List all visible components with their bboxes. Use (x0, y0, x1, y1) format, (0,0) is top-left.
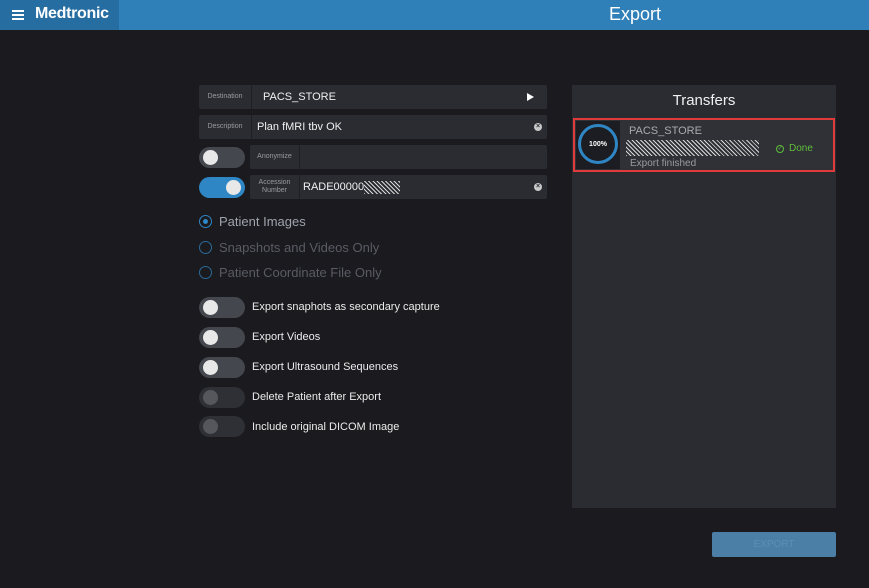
clear-icon[interactable]: × (534, 183, 542, 191)
include-dicom-toggle[interactable] (199, 416, 245, 437)
transfer-item[interactable]: 100% PACS_STORE Export finished ✓ Done (573, 118, 835, 172)
medtronic-logo: Medtronic (35, 5, 109, 22)
accession-input[interactable]: RADE00000 (303, 175, 401, 199)
delete-patient-toggle[interactable] (199, 387, 245, 408)
radio-snapshots-videos[interactable] (199, 241, 212, 254)
check-circle-icon: ✓ (776, 144, 784, 153)
description-label: Description (199, 115, 252, 139)
anonymize-field: Anonymize (250, 145, 547, 169)
export-snapshots-toggle[interactable] (199, 297, 245, 318)
export-videos-label: Export Videos (252, 331, 321, 343)
destination-field[interactable]: Destination PACS_STORE (199, 85, 547, 109)
progress-ring-icon: 100% (578, 124, 618, 164)
transfer-destination: PACS_STORE (629, 125, 702, 137)
accession-field[interactable]: Accession Number RADE00000 × (250, 175, 547, 199)
export-snapshots-label: Export snaphots as secondary capture (252, 301, 440, 313)
radio-patient-images[interactable] (199, 215, 212, 228)
destination-label: Destination (199, 85, 252, 109)
redacted-block (626, 140, 759, 156)
radio-label-snapshots-videos[interactable]: Snapshots and Videos Only (219, 240, 379, 255)
transfer-status: Export finished (630, 158, 697, 169)
clear-icon[interactable]: × (534, 123, 542, 131)
delete-patient-label: Delete Patient after Export (252, 391, 382, 403)
transfer-result: ✓ Done (776, 143, 813, 154)
top-bar: Medtronic Export (0, 0, 869, 30)
include-dicom-label: Include original DICOM Image (252, 421, 400, 433)
transfer-result-label: Done (789, 143, 813, 154)
transfers-panel: Transfers 100% PACS_STORE Export finishe… (572, 85, 836, 508)
accession-value: RADE00000 (303, 181, 365, 193)
anonymize-toggle[interactable] (199, 147, 245, 168)
radio-label-patient-coordinate[interactable]: Patient Coordinate File Only (219, 265, 382, 280)
export-button[interactable]: EXPORT (712, 532, 836, 557)
hamburger-menu-icon[interactable] (12, 10, 24, 20)
destination-value: PACS_STORE (263, 91, 336, 103)
page-title: Export (608, 4, 662, 24)
description-input[interactable]: Plan fMRI tbv OK (257, 115, 342, 139)
accession-toggle[interactable] (199, 177, 245, 198)
radio-label-patient-images[interactable]: Patient Images (219, 214, 306, 229)
progress-box: 100% (576, 121, 620, 169)
brand-area: Medtronic (0, 0, 119, 30)
transfers-title: Transfers (672, 92, 736, 109)
export-ultrasound-label: Export Ultrasound Sequences (252, 361, 399, 373)
radio-patient-coordinate[interactable] (199, 266, 212, 279)
anonymize-label: Anonymize (250, 145, 300, 169)
export-videos-toggle[interactable] (199, 327, 245, 348)
export-ultrasound-toggle[interactable] (199, 357, 245, 378)
redacted-block (364, 180, 401, 194)
accession-label: Accession Number (250, 175, 300, 199)
description-field[interactable]: Description Plan fMRI tbv OK × (199, 115, 547, 139)
play-icon[interactable] (527, 93, 534, 101)
